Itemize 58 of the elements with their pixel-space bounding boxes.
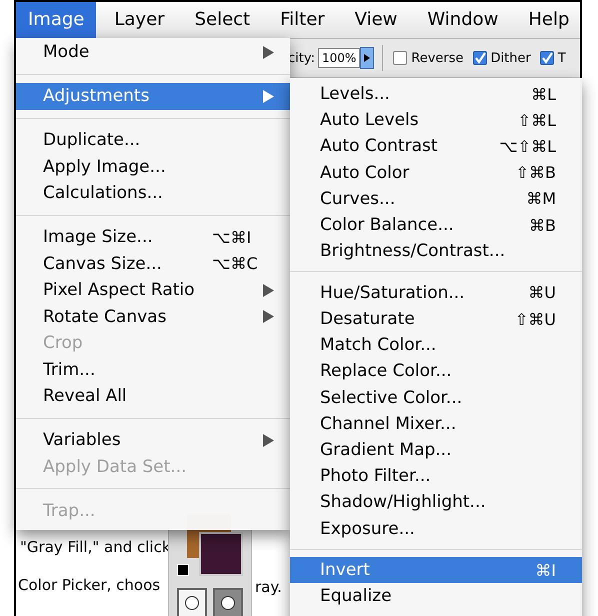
menu-bar-item[interactable]: Filter: [268, 2, 337, 38]
checkbox-label: Dither: [490, 50, 531, 66]
menu-item[interactable]: Auto Levels ⇧⌘L: [290, 107, 582, 134]
menu-item[interactable]: Replace Color...: [290, 358, 582, 385]
menu-item[interactable]: Image Size... ⌥⌘I: [16, 224, 290, 250]
menu-item[interactable]: Apply Image...: [16, 154, 290, 180]
checkbox-label: T: [558, 50, 566, 66]
menu-bar-item[interactable]: Image: [16, 2, 96, 38]
opacity-field[interactable]: 100%: [318, 48, 360, 68]
submenu-arrow-icon: [263, 310, 274, 324]
menu-item[interactable]: Variables: [16, 427, 290, 454]
menu-bar-item[interactable]: View: [342, 2, 410, 38]
default-colors-icon[interactable]: [177, 564, 189, 576]
menu-item[interactable]: Color Balance... ⌘B: [290, 212, 582, 238]
menu-item[interactable]: Trim...: [16, 356, 290, 383]
menu-item[interactable]: Selective Color...: [290, 384, 582, 411]
menu-item[interactable]: Desaturate ⇧⌘U: [290, 306, 582, 332]
body-text: "Gray Fill," and click: [20, 538, 168, 556]
menu-item[interactable]: Photo Filter...: [290, 463, 582, 490]
menu-item[interactable]: Pixel Aspect Ratio: [16, 277, 290, 304]
checkbox[interactable]: [393, 51, 408, 65]
menu-item[interactable]: Shadow/Highlight...: [290, 489, 582, 516]
menu-item[interactable]: Adjustments: [16, 83, 290, 110]
checkbox[interactable]: [540, 51, 554, 65]
menu-item[interactable]: Brightness/Contrast...: [290, 238, 582, 264]
menu-item[interactable]: Curves... ⌘M: [290, 186, 582, 212]
menu-item[interactable]: Levels... ⌘L: [290, 81, 582, 108]
menu-bar-item[interactable]: Select: [182, 2, 262, 38]
opacity-arrow-button[interactable]: [360, 47, 374, 69]
menu-item[interactable]: Auto Color ⇧⌘B: [290, 160, 582, 186]
checkbox[interactable]: [472, 51, 487, 65]
menu-item[interactable]: Invert ⌘I: [290, 557, 582, 584]
checkbox-label: Reverse: [411, 50, 464, 66]
menu-item[interactable]: Mode: [16, 39, 290, 66]
menu-item[interactable]: Canvas Size... ⌥⌘C: [16, 250, 290, 277]
menu-item[interactable]: Equalize: [290, 583, 582, 610]
submenu-arrow-icon: [263, 434, 274, 447]
standard-mode-button[interactable]: [177, 588, 207, 616]
menu-item[interactable]: Match Color...: [290, 332, 582, 358]
menu-item[interactable]: Rotate Canvas: [16, 304, 290, 330]
menu-bar-item[interactable]: Help: [516, 2, 582, 38]
menu-item[interactable]: Duplicate...: [16, 127, 290, 154]
menu-item[interactable]: Exposure...: [290, 516, 582, 542]
body-text: ray.: [255, 578, 282, 596]
menu-bar-item[interactable]: Layer: [102, 2, 177, 38]
submenu-arrow-icon: [263, 284, 274, 297]
quick-mask-button[interactable]: [213, 588, 243, 616]
body-text: Color Picker, choos: [18, 576, 162, 594]
menu-item[interactable]: Auto Contrast ⌥⇧⌘L: [290, 133, 582, 160]
menu-bar-item[interactable]: Window: [415, 2, 510, 38]
menu-item[interactable]: Channel Mixer...: [290, 410, 582, 437]
submenu-arrow-icon: [263, 90, 274, 103]
menu-item[interactable]: Calculations...: [16, 180, 290, 206]
play-arrow-icon: [364, 54, 370, 62]
menu-item[interactable]: Gradient Map...: [290, 436, 582, 464]
menu-item[interactable]: Reveal All: [16, 383, 290, 410]
submenu-arrow-icon: [263, 46, 274, 59]
menu-item[interactable]: Hue/Saturation... ⌘U: [290, 280, 582, 306]
